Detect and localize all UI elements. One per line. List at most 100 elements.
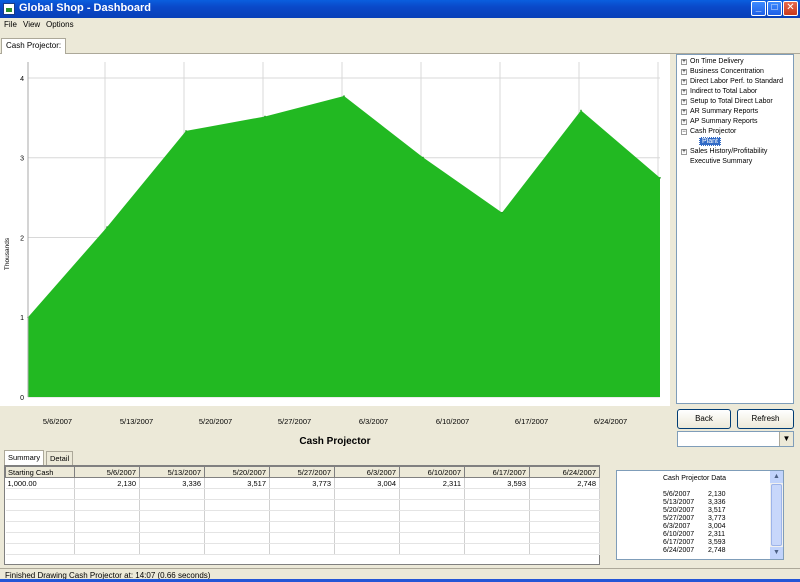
expand-icon[interactable]: +: [681, 109, 687, 115]
grid-cell: [529, 543, 600, 555]
report-combo[interactable]: ▼: [677, 431, 794, 447]
expand-icon[interactable]: +: [681, 79, 687, 85]
tree-item-ar-summary-reports[interactable]: + AR Summary Reports: [677, 107, 793, 117]
grid-cell: [399, 532, 465, 544]
menu-file[interactable]: File: [4, 20, 17, 29]
grid-cell: [269, 488, 335, 500]
grid-cell: [204, 521, 270, 533]
close-button[interactable]: ✕: [783, 1, 798, 16]
grid-cell: [269, 543, 335, 555]
data-point: [659, 177, 661, 179]
grid-cell: [464, 499, 530, 511]
tree-item-label: Setup to Total Direct Labor: [690, 98, 773, 105]
grid-cell[interactable]: 3,593: [464, 477, 530, 489]
expand-icon[interactable]: +: [681, 119, 687, 125]
grid-cell[interactable]: 3,773: [269, 477, 335, 489]
expand-icon[interactable]: +: [681, 149, 687, 155]
grid-header-cell[interactable]: 6/24/2007: [529, 466, 600, 478]
tree-item-executive-summary[interactable]: Executive Summary: [677, 157, 793, 167]
grid-header-cell[interactable]: Starting Cash: [5, 466, 75, 478]
grid-cell: [204, 499, 270, 511]
data-date: 5/27/2007: [663, 515, 695, 522]
tree-item-business-concentration[interactable]: + Business Concentration: [677, 67, 793, 77]
grid-cell[interactable]: 3,517: [204, 477, 270, 489]
data-point: [185, 130, 187, 132]
empty-row: [5, 488, 600, 500]
grid-header-cell[interactable]: 6/3/2007: [334, 466, 400, 478]
menu-view[interactable]: View: [23, 20, 40, 29]
grid-header-cell[interactable]: 5/20/2007: [204, 466, 270, 478]
expand-icon[interactable]: +: [681, 59, 687, 65]
grid-header-cell[interactable]: 6/17/2007: [464, 466, 530, 478]
tree-item-plant[interactable]: Plant: [677, 137, 793, 147]
tab-summary[interactable]: Summary: [4, 450, 45, 465]
data-panel-title: Cash Projector Data: [662, 475, 727, 482]
grid-cell: [5, 532, 75, 544]
data-value: 3,336: [708, 499, 726, 506]
menu-bar: File View Options: [0, 18, 800, 32]
grid-cell[interactable]: 3,004: [334, 477, 400, 489]
grid-cell: [5, 510, 75, 522]
grid-header-cell[interactable]: 6/10/2007: [399, 466, 465, 478]
grid-cell: [399, 510, 465, 522]
tree-item-label: Cash Projector: [690, 128, 737, 135]
cash-projector-data-panel: Cash Projector Data ▲ ▼ 5/6/2007 2,130 5/1…: [616, 470, 784, 560]
back-button[interactable]: Back: [677, 409, 731, 429]
grid-cell: [399, 499, 465, 511]
grid-header-cell[interactable]: 5/13/2007: [139, 466, 205, 478]
scroll-thumb[interactable]: [771, 484, 782, 546]
grid-cell[interactable]: 3,336: [139, 477, 205, 489]
grid-cell: [74, 532, 140, 544]
tree-item-on-time-delivery[interactable]: + On Time Delivery: [677, 57, 793, 67]
expand-icon[interactable]: +: [681, 89, 687, 95]
x-tick-label: 5/20/2007: [198, 417, 233, 426]
grid-cell: [399, 521, 465, 533]
grid-cell: [334, 543, 400, 555]
data-panel-scrollbar[interactable]: ▲ ▼: [770, 471, 783, 559]
grid-cell: [74, 499, 140, 511]
window-title: Global Shop - Dashboard: [19, 2, 152, 14]
grid-cell[interactable]: 2,748: [529, 477, 600, 489]
grid-cell[interactable]: 2,311: [399, 477, 465, 489]
tree-item-ap-summary-reports[interactable]: + AP Summary Reports: [677, 117, 793, 127]
tree-item-setup-to-total-direct-labor[interactable]: + Setup to Total Direct Labor: [677, 97, 793, 107]
tree-item-label: AR Summary Reports: [690, 108, 759, 115]
chart-title: Cash Projector: [299, 436, 371, 447]
expand-icon[interactable]: +: [681, 99, 687, 105]
tab-detail[interactable]: Detail: [46, 451, 74, 465]
cash-projector-chart: 0 1 2 3 4 Thousands: [4, 62, 661, 402]
menu-options[interactable]: Options: [46, 20, 74, 29]
grid-cell[interactable]: 1,000.00: [5, 477, 75, 489]
tree-item-sales-history-profitability[interactable]: + Sales History/Profitability: [677, 147, 793, 157]
grid-cell: [139, 488, 205, 500]
collapse-icon[interactable]: −: [681, 129, 687, 135]
grid-cell: [334, 521, 400, 533]
y-tick-label: 3: [20, 156, 24, 163]
grid-header-cell[interactable]: 5/27/2007: [269, 466, 335, 478]
grid-cell: [139, 499, 205, 511]
tab-cash-projector[interactable]: Cash Projector:: [1, 38, 67, 54]
minimize-button[interactable]: _: [751, 1, 766, 16]
y-axis-label: Thousands: [4, 237, 11, 270]
data-value: 3,593: [708, 539, 726, 546]
tree-item-direct-labor-perf-to-standard[interactable]: + Direct Labor Perf. to Standard: [677, 77, 793, 87]
expand-icon[interactable]: +: [681, 69, 687, 75]
chevron-down-icon[interactable]: ▼: [779, 432, 793, 446]
empty-row: [5, 510, 600, 522]
grid-cell[interactable]: 2,130: [74, 477, 140, 489]
tree-item-indirect-to-total-labor[interactable]: + Indirect to Total Labor: [677, 87, 793, 97]
scroll-down-icon[interactable]: ▼: [770, 547, 783, 559]
grid-cell: [269, 532, 335, 544]
empty-row: [5, 521, 600, 533]
scroll-up-icon[interactable]: ▲: [770, 471, 783, 483]
tree-item-cash-projector[interactable]: − Cash Projector: [677, 127, 793, 137]
maximize-button[interactable]: □: [767, 1, 782, 16]
data-point: [264, 115, 266, 118]
refresh-button[interactable]: Refresh: [737, 409, 794, 429]
x-tick-label: 6/3/2007: [358, 417, 389, 426]
grid-header-cell[interactable]: 5/6/2007: [74, 466, 140, 478]
table-row[interactable]: 1,000.00 2,130 3,336 3,517 3,773 3,004 2,311 3,…: [5, 477, 600, 489]
y-tick-label: 2: [20, 235, 24, 242]
grid-cell: [464, 521, 530, 533]
grid-cell: [269, 510, 335, 522]
